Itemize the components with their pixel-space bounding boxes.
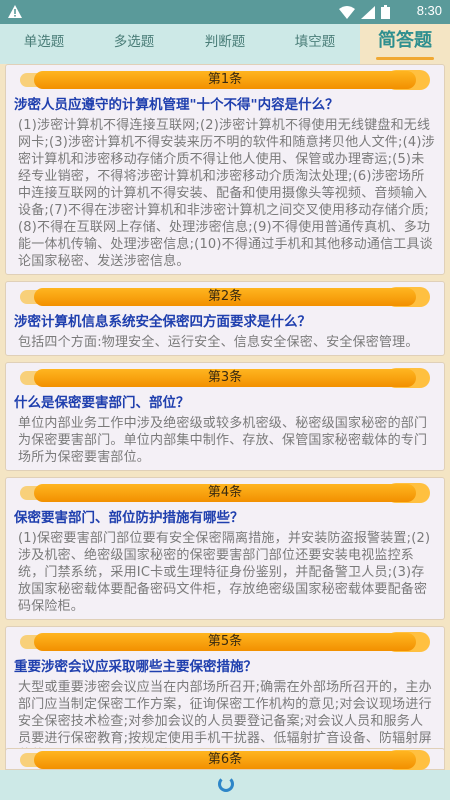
- item-number: 第3条: [207, 370, 243, 385]
- answer-text: 单位内部业务工作中涉及绝密级或较多机密级、秘密级国家秘密的部门为保密要害部门。单…: [18, 416, 428, 465]
- item-number: 第5条: [207, 634, 243, 649]
- item-number: 第4条: [207, 485, 243, 500]
- question-list[interactable]: 第1条 涉密人员应遵守的计算机管理"十个不得"内容是什么？ (1)涉密计算机不得…: [0, 64, 450, 770]
- answer-text: (1)涉密计算机不得连接互联网;(2)涉密计算机不得使用无线键盘和无线网卡;(3…: [18, 118, 435, 269]
- warning-icon: [8, 5, 22, 18]
- bottom-bar: [0, 770, 450, 800]
- item-number: 第1条: [207, 72, 243, 87]
- list-item[interactable]: 第1条 涉密人员应遵守的计算机管理"十个不得"内容是什么？ (1)涉密计算机不得…: [5, 64, 445, 275]
- tab-short-answer-label: 简答题: [378, 30, 432, 51]
- question-text: 保密要害部门、部位防护措施有哪些？: [14, 510, 244, 526]
- list-item[interactable]: 第4条 保密要害部门、部位防护措施有哪些？ (1)保密要害部门部位要有安全保密隔…: [5, 477, 445, 620]
- tab-indicator: [376, 57, 434, 60]
- answer-text: 包括四个方面:物理安全、运行安全、信息安全保密、安全保密管理。: [18, 335, 419, 350]
- question-text: 什么是保密要害部门、部位？: [14, 395, 190, 411]
- tab-short-answer[interactable]: 简答题: [360, 24, 450, 64]
- tab-single-choice[interactable]: 单选题: [0, 24, 88, 64]
- item-number-ribbon: 第4条: [18, 480, 432, 506]
- question-text: 重要涉密会议应采取哪些主要保密措施？: [14, 659, 257, 675]
- status-bar: 8:30: [0, 0, 450, 24]
- tab-multiple-choice[interactable]: 多选题: [88, 24, 180, 64]
- loading-spinner-icon: [218, 776, 234, 792]
- item-number-ribbon: 第3条: [18, 365, 432, 391]
- battery-icon: [381, 5, 390, 19]
- list-item[interactable]: 第2条 涉密计算机信息系统安全保密四方面要求是什么？ 包括四个方面:物理安全、运…: [5, 281, 445, 356]
- item-number: 第2条: [207, 289, 243, 304]
- question-type-tabs: 单选题 多选题 判断题 填空题 简答题: [0, 24, 450, 64]
- tab-fill-blank[interactable]: 填空题: [270, 24, 360, 64]
- item-number: 第6条: [207, 752, 243, 767]
- list-item[interactable]: 第6条: [5, 748, 445, 770]
- list-item[interactable]: 第3条 什么是保密要害部门、部位？ 单位内部业务工作中涉及绝密级或较多机密级、秘…: [5, 362, 445, 471]
- question-text: 涉密计算机信息系统安全保密四方面要求是什么？: [14, 314, 311, 330]
- wifi-icon: [339, 5, 355, 19]
- item-number-ribbon: 第1条: [18, 67, 432, 93]
- tab-true-false[interactable]: 判断题: [180, 24, 270, 64]
- item-number-ribbon: 第2条: [18, 284, 432, 310]
- clock: 8:30: [416, 3, 442, 18]
- question-text: 涉密人员应遵守的计算机管理"十个不得"内容是什么？: [14, 97, 339, 113]
- item-number-ribbon: 第5条: [18, 629, 432, 655]
- signal-icon: [361, 5, 375, 19]
- answer-text: (1)保密要害部门部位要有安全保密隔离措施，并安装防盗报警装置;(2)涉及机密、…: [18, 531, 431, 614]
- item-number-ribbon: 第6条: [18, 749, 432, 771]
